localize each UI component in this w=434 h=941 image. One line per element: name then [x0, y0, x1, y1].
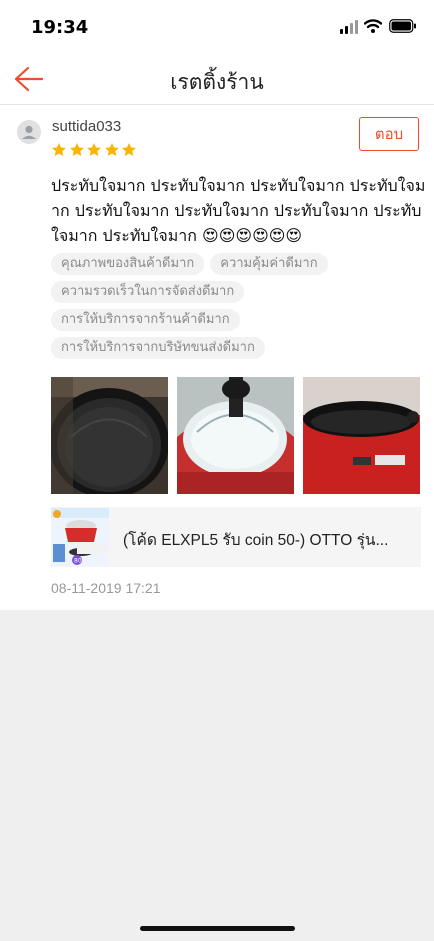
status-bar: 19:34: [0, 0, 434, 54]
nav-header: เรตติ้งร้าน: [0, 54, 434, 105]
product-name: (โค้ด ELXPL5 รับ coin 50-) OTTO รุ่น...: [123, 532, 389, 549]
review-tag: คุณภาพของสินค้าดีมาก: [51, 253, 205, 275]
product-link[interactable]: 80 (โค้ด ELXPL5 รับ coin 50-) OTTO รุ่น.…: [51, 507, 421, 567]
star-icon: [52, 143, 66, 156]
pan-inside-photo[interactable]: [51, 377, 168, 494]
star-icon: [104, 143, 119, 156]
wifi-icon: [364, 19, 382, 33]
product-badge: 80: [74, 558, 82, 565]
review-date: 08-11-2019 17:21: [51, 580, 161, 596]
review-tag: ความรวดเร็วในการจัดส่งดีมาก: [51, 281, 245, 303]
star-icon: [69, 143, 84, 156]
review-card: suttida033 ตอบ ประทับใจมาก ประทับใจมาก ป…: [0, 105, 434, 610]
avatar[interactable]: [17, 120, 41, 144]
review-tag: ความคุ้มค่าดีมาก: [210, 253, 328, 275]
review-tags: คุณภาพของสินค้าดีมาก ความคุ้มค่าดีมากความ…: [51, 253, 421, 365]
star-rating: [51, 142, 139, 158]
star-icon: [87, 143, 101, 156]
reviewer-username[interactable]: suttida033: [52, 118, 121, 135]
review-tag: การให้บริการจากบริษัทขนส่งดีมาก: [51, 337, 265, 359]
battery-icon: [389, 19, 416, 33]
cellular-signal-icon: [340, 20, 360, 34]
page-title: เรตติ้งร้าน: [170, 70, 264, 94]
user-icon: [22, 125, 36, 139]
red-pot-photo[interactable]: [303, 377, 420, 494]
product-thumbnail: 80: [51, 508, 109, 566]
review-photos: [51, 377, 421, 494]
review-tag: การให้บริการจากร้านค้าดีมาก: [51, 309, 240, 331]
home-indicator[interactable]: [140, 926, 295, 931]
glass-lid-photo[interactable]: [177, 377, 294, 494]
star-icon: [122, 143, 136, 156]
reply-button[interactable]: ตอบ: [359, 117, 419, 151]
review-text: ประทับใจมาก ประทับใจมาก ประทับใจมาก ประท…: [51, 176, 426, 245]
status-time: 19:34: [31, 17, 89, 38]
